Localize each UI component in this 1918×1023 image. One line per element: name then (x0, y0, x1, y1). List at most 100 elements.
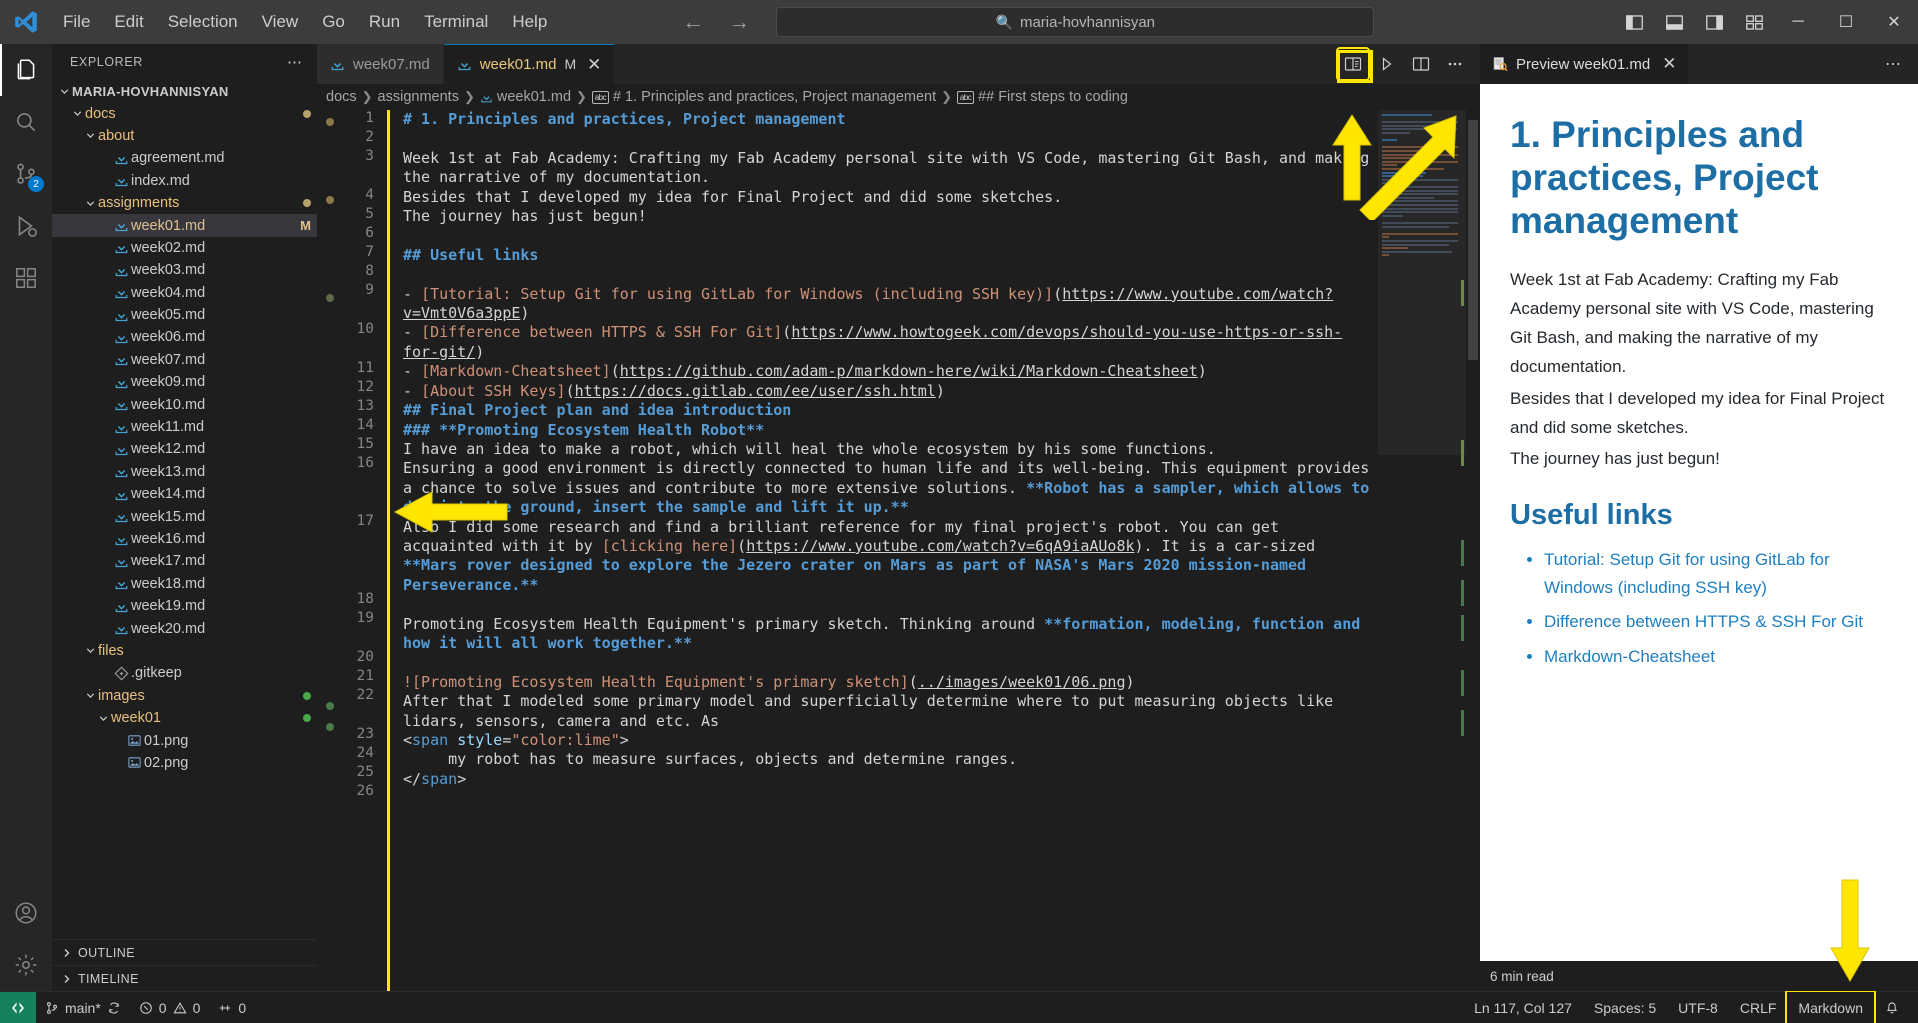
tree-item-images[interactable]: images (52, 685, 317, 707)
code-line[interactable] (403, 265, 1378, 284)
toggle-panel-icon[interactable] (1654, 0, 1694, 44)
preview-link-item[interactable]: Markdown-Cheatsheet (1544, 643, 1892, 671)
menu-help[interactable]: Help (501, 7, 558, 37)
window-minimize-button[interactable]: ─ (1774, 0, 1822, 44)
tree-item-week09-md[interactable]: week09.md (52, 371, 317, 393)
tree-item-01-png[interactable]: 01.png (52, 729, 317, 751)
code-line[interactable]: <span style="color:lime"> (403, 731, 1378, 750)
code-line[interactable]: # 1. Principles and practices, Project m… (403, 110, 1378, 129)
code-content[interactable]: # 1. Principles and practices, Project m… (390, 110, 1378, 991)
tree-item-week05-md[interactable]: week05.md (52, 304, 317, 326)
tree-item-assignments[interactable]: assignments (52, 192, 317, 214)
preview-link-item[interactable]: Tutorial: Setup Git for using GitLab for… (1544, 546, 1892, 601)
code-line[interactable]: I have an idea to make a robot, which wi… (403, 440, 1378, 459)
code-line[interactable]: Promoting Ecosystem Health Equipment's p… (403, 615, 1378, 654)
code-line[interactable]: - [About SSH Keys](https://docs.gitlab.c… (403, 382, 1378, 401)
editor-tab-close-icon[interactable]: ✕ (587, 56, 601, 73)
code-line[interactable]: - [Tutorial: Setup Git for using GitLab … (403, 285, 1378, 324)
chevron-down-icon[interactable] (69, 108, 85, 119)
menu-go[interactable]: Go (311, 7, 356, 37)
tree-item-week17-md[interactable]: week17.md (52, 550, 317, 572)
code-line[interactable]: Also I did some research and find a bril… (403, 518, 1378, 596)
tree-item-week10-md[interactable]: week10.md (52, 393, 317, 415)
tree-item-week11-md[interactable]: week11.md (52, 416, 317, 438)
activity-item-manage-settings[interactable] (0, 939, 52, 991)
menu-selection[interactable]: Selection (157, 7, 249, 37)
tree-item-02-png[interactable]: 02.png (52, 752, 317, 774)
preview-tab[interactable]: Preview week01.md ✕ (1480, 44, 1689, 84)
section-timeline[interactable]: TIMELINE (52, 965, 317, 991)
tree-item-week16-md[interactable]: week16.md (52, 528, 317, 550)
chevron-down-icon[interactable] (82, 690, 98, 701)
breadcrumb-docs[interactable]: docs (326, 89, 357, 105)
breadcrumb-assignments[interactable]: assignments (378, 89, 459, 105)
tree-item-week02-md[interactable]: week02.md (52, 237, 317, 259)
tree-item-index-md[interactable]: index.md (52, 170, 317, 192)
code-line[interactable] (403, 129, 1378, 148)
tree-item-week15-md[interactable]: week15.md (52, 505, 317, 527)
go-back-icon[interactable]: ← (678, 9, 708, 35)
code-line[interactable]: </span> (403, 770, 1378, 789)
tree-item-week20-md[interactable]: week20.md (52, 617, 317, 639)
code-line[interactable]: Ensuring a good environment is directly … (403, 459, 1378, 517)
editor-more-actions-icon[interactable] (1440, 49, 1470, 79)
window-close-button[interactable]: ✕ (1870, 0, 1918, 44)
remote-window-button[interactable] (0, 991, 36, 1023)
split-editor-button[interactable] (1406, 49, 1436, 79)
tree-item-about[interactable]: about (52, 125, 317, 147)
tree-item-gitkeep[interactable]: .gitkeep (52, 662, 317, 684)
breadcrumb-file[interactable]: week01.md (497, 89, 571, 105)
code-line[interactable]: ![Promoting Ecosystem Health Equipment's… (403, 673, 1378, 692)
chevron-down-icon[interactable] (82, 645, 98, 656)
chevron-down-icon[interactable] (82, 198, 98, 209)
tree-item-week01[interactable]: week01 (52, 707, 317, 729)
code-line[interactable] (403, 226, 1378, 245)
code-line[interactable]: Week 1st at Fab Academy: Crafting my Fab… (403, 149, 1378, 188)
code-line[interactable]: my robot has to measure surfaces, object… (403, 750, 1378, 769)
status-indentation[interactable]: Spaces: 5 (1583, 992, 1667, 1023)
open-preview-to-side-button[interactable] (1336, 47, 1370, 81)
chevron-down-icon[interactable] (56, 86, 72, 97)
status-notifications-bell-icon[interactable] (1874, 992, 1910, 1023)
chevron-down-icon[interactable] (82, 130, 98, 141)
menu-file[interactable]: File (52, 7, 101, 37)
status-ports[interactable]: 0 (209, 992, 255, 1023)
run-code-button[interactable] (1372, 49, 1402, 79)
activity-item-extensions[interactable] (0, 252, 52, 304)
status-encoding[interactable]: UTF-8 (1667, 992, 1729, 1023)
activity-item-explorer[interactable] (0, 44, 52, 96)
section-outline[interactable]: OUTLINE (52, 939, 317, 965)
tree-item-week14-md[interactable]: week14.md (52, 483, 317, 505)
breadcrumb-symbol-h2[interactable]: ## First steps to coding (978, 89, 1128, 105)
menu-edit[interactable]: Edit (103, 7, 154, 37)
status-cursor-position[interactable]: Ln 117, Col 127 (1463, 992, 1583, 1023)
menu-terminal[interactable]: Terminal (413, 7, 499, 37)
tree-item-week13-md[interactable]: week13.md (52, 461, 317, 483)
preview-link-item[interactable]: Difference between HTTPS & SSH For Git (1544, 608, 1892, 636)
code-line[interactable]: ### **Promoting Ecosystem Health Robot** (403, 421, 1378, 440)
activity-item-source-control[interactable]: 2 (0, 148, 52, 200)
activity-item-search[interactable] (0, 96, 52, 148)
editor-tab-week07[interactable]: week07.md (317, 44, 444, 84)
activity-item-run-and-debug[interactable] (0, 200, 52, 252)
tree-item-docs[interactable]: docs (52, 102, 317, 124)
scrollbar-thumb[interactable] (1468, 120, 1478, 360)
code-editor[interactable]: 1 2 3 4 5 6 7 8 9 10 11 12 13 14 15 16 17 18 19 20 21 22 23 24 2… (317, 110, 1480, 991)
code-line[interactable]: - [Markdown-Cheatsheet](https://github.c… (403, 362, 1378, 381)
window-maximize-button[interactable]: ☐ (1822, 0, 1870, 44)
preview-content[interactable]: 1. Principles and practices, Project man… (1480, 84, 1918, 991)
tree-item-week07-md[interactable]: week07.md (52, 349, 317, 371)
menu-view[interactable]: View (251, 7, 310, 37)
code-line[interactable]: ## Final Project plan and idea introduct… (403, 401, 1378, 420)
status-branch[interactable]: main* (36, 992, 130, 1023)
tree-item-files[interactable]: files (52, 640, 317, 662)
file-tree[interactable]: MARIA-HOVHANNISYAN docs about agreement.md i… (52, 80, 317, 939)
customize-layout-icon[interactable] (1734, 0, 1774, 44)
toggle-primary-sidebar-icon[interactable] (1614, 0, 1654, 44)
menu-run[interactable]: Run (358, 7, 411, 37)
tree-item-week01-md[interactable]: week01.md M (52, 214, 317, 237)
editor-tab-week01[interactable]: week01.md M ✕ (443, 44, 616, 84)
preview-tab-close-icon[interactable]: ✕ (1662, 54, 1676, 74)
tree-item-week18-md[interactable]: week18.md (52, 573, 317, 595)
sync-icon[interactable] (107, 1001, 121, 1015)
